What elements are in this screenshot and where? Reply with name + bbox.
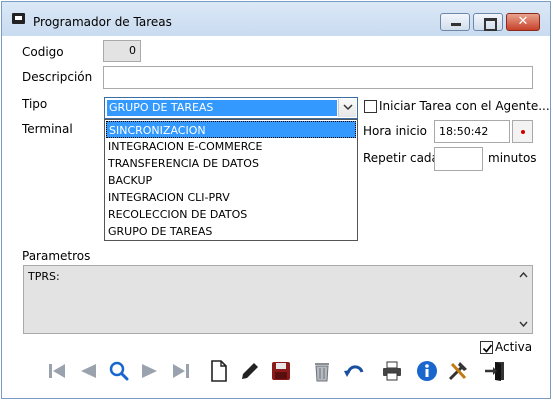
codigo-label: Codigo xyxy=(22,45,64,59)
dropdown-option[interactable]: GRUPO DE TAREAS xyxy=(106,223,356,240)
last-record-icon xyxy=(173,364,189,378)
scroll-up-icon[interactable] xyxy=(519,272,528,278)
tipo-dropdown-list: SINCRONIZACION INTEGRACION E-COMMERCE TR… xyxy=(104,119,358,241)
close-icon: ✕ xyxy=(517,14,529,29)
codigo-value: 0 xyxy=(129,44,136,57)
previous-record-icon xyxy=(81,364,96,378)
search-button[interactable] xyxy=(106,357,132,385)
iniciar-agente-checkbox[interactable] xyxy=(364,100,377,113)
descripcion-input[interactable] xyxy=(103,66,533,89)
record-toolbar xyxy=(2,357,550,389)
dropdown-option[interactable]: INTEGRACION CLI-PRV xyxy=(106,189,356,206)
dropdown-option[interactable]: BACKUP xyxy=(106,172,356,189)
first-record-button[interactable] xyxy=(44,357,70,385)
tools-icon xyxy=(448,362,467,381)
first-record-icon xyxy=(49,364,65,378)
edit-pencil-icon xyxy=(242,363,258,379)
activa-checkbox[interactable] xyxy=(480,341,493,354)
title-bar[interactable]: Programador de Tareas ✕ xyxy=(2,2,550,36)
tipo-select[interactable]: GRUPO DE TAREAS xyxy=(104,97,358,119)
undo-button[interactable] xyxy=(341,357,367,385)
checkmark-icon xyxy=(482,344,493,353)
repetir-cada-label: Repetir cada xyxy=(363,151,439,165)
undo-icon xyxy=(344,365,364,377)
info-icon xyxy=(417,361,437,381)
repetir-cada-input[interactable] xyxy=(434,147,483,171)
tools-button[interactable] xyxy=(445,357,471,385)
terminal-label: Terminal xyxy=(22,122,73,136)
tipo-selected-value: GRUPO DE TAREAS xyxy=(107,100,337,116)
window-title: Programador de Tareas xyxy=(33,15,172,29)
chevron-down-icon xyxy=(343,104,353,111)
minimize-button[interactable] xyxy=(440,13,470,31)
last-record-button[interactable] xyxy=(168,357,194,385)
print-icon xyxy=(383,361,401,381)
exit-button[interactable] xyxy=(482,357,508,385)
exit-door-icon xyxy=(485,362,504,381)
iniciar-agente-label: Iniciar Tarea con el Agente... xyxy=(379,99,550,113)
dropdown-option[interactable]: SINCRONIZACION xyxy=(106,121,356,138)
parametros-label: Parametros xyxy=(22,249,91,263)
print-button[interactable] xyxy=(379,357,405,385)
tipo-label: Tipo xyxy=(22,97,48,111)
new-record-button[interactable] xyxy=(206,357,232,385)
delete-button[interactable] xyxy=(309,357,335,385)
previous-record-button[interactable] xyxy=(75,357,101,385)
descripcion-label: Descripción xyxy=(22,70,93,84)
hora-inicio-label: Hora inicio xyxy=(363,124,428,138)
search-icon xyxy=(109,361,129,381)
scroll-down-icon[interactable] xyxy=(519,321,528,327)
tipo-dropdown-arrow[interactable] xyxy=(338,99,356,117)
dropdown-option[interactable]: RECOLECCION DE DATOS xyxy=(106,206,356,223)
minutos-label: minutos xyxy=(488,151,537,165)
save-disk-icon xyxy=(272,362,290,380)
parametros-value: TPRS: xyxy=(28,270,60,283)
maximize-button[interactable] xyxy=(473,13,503,31)
info-button[interactable] xyxy=(414,357,440,385)
activa-label: Activa xyxy=(495,340,533,354)
app-icon xyxy=(12,13,25,24)
edit-button[interactable] xyxy=(237,357,263,385)
parametros-scrollbar[interactable] xyxy=(515,266,532,333)
time-picker-button[interactable] xyxy=(512,120,533,143)
parametros-textarea[interactable]: TPRS: xyxy=(23,265,533,334)
save-button[interactable] xyxy=(268,357,294,385)
codigo-field: 0 xyxy=(103,40,141,62)
close-button[interactable]: ✕ xyxy=(506,13,540,31)
task-scheduler-window: Programador de Tareas ✕ Codigo 0 Descrip… xyxy=(1,1,551,399)
hora-inicio-input[interactable]: 18:50:42 xyxy=(434,120,510,143)
next-record-button[interactable] xyxy=(137,357,163,385)
new-document-icon xyxy=(211,360,227,382)
dropdown-option[interactable]: INTEGRACION E-COMMERCE xyxy=(106,138,356,155)
hora-inicio-value: 18:50:42 xyxy=(439,125,489,138)
dropdown-option[interactable]: TRANSFERENCIA DE DATOS xyxy=(106,155,356,172)
delete-trash-icon xyxy=(315,363,329,382)
next-record-icon xyxy=(142,364,157,378)
